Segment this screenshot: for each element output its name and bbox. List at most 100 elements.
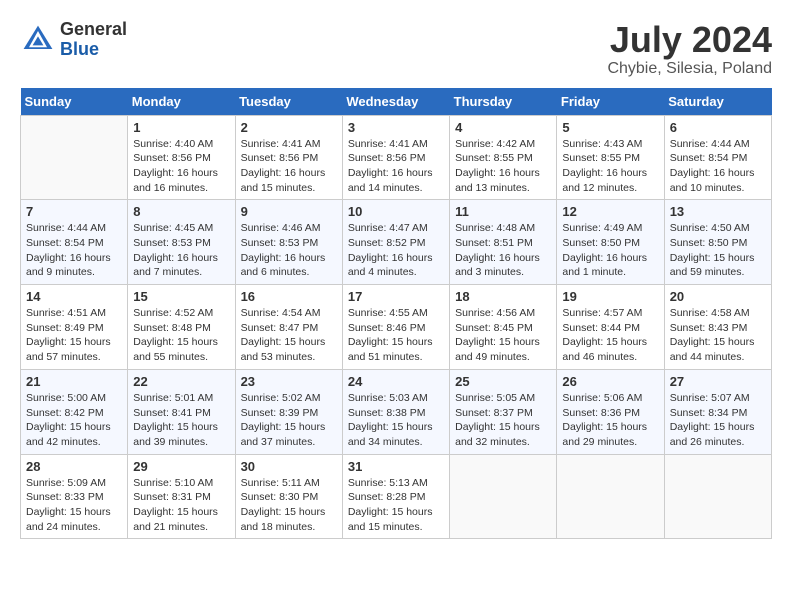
header-wednesday: Wednesday <box>342 88 449 116</box>
day-number: 20 <box>670 289 766 304</box>
day-number: 5 <box>562 120 658 135</box>
cell-details: Sunrise: 5:09 AM Sunset: 8:33 PM Dayligh… <box>26 477 111 533</box>
day-number: 29 <box>133 459 229 474</box>
calendar-cell: 1Sunrise: 4:40 AM Sunset: 8:56 PM Daylig… <box>128 115 235 200</box>
cell-details: Sunrise: 5:07 AM Sunset: 8:34 PM Dayligh… <box>670 392 755 448</box>
calendar-cell: 12Sunrise: 4:49 AM Sunset: 8:50 PM Dayli… <box>557 200 664 285</box>
cell-details: Sunrise: 5:06 AM Sunset: 8:36 PM Dayligh… <box>562 392 647 448</box>
day-number: 25 <box>455 374 551 389</box>
day-number: 14 <box>26 289 122 304</box>
calendar-cell: 11 Sunrise: 4:48 AM Sunset: 8:51 PM Dayli… <box>450 200 557 285</box>
cell-details: Sunrise: 4:55 AM Sunset: 8:46 PM Dayligh… <box>348 307 433 363</box>
calendar-cell: 23 Sunrise: 5:02 AM Sunset: 8:39 PM Dayli… <box>235 369 342 454</box>
logo-text: General Blue <box>60 20 127 60</box>
calendar-cell: 13 Sunrise: 4:50 AM Sunset: 8:50 PM Dayli… <box>664 200 771 285</box>
day-number: 1 <box>133 120 229 135</box>
day-number: 9 <box>241 204 337 219</box>
calendar-week-3: 14 Sunrise: 4:51 AM Sunset: 8:49 PM Dayli… <box>21 285 772 370</box>
cell-details: Sunrise: 4:44 AM Sunset: 8:54 PM Dayligh… <box>670 138 755 194</box>
day-number: 17 <box>348 289 444 304</box>
day-number: 2 <box>241 120 337 135</box>
cell-details: Sunrise: 4:41 AM Sunset: 8:56 PM Dayligh… <box>241 138 326 194</box>
day-number: 24 <box>348 374 444 389</box>
cell-details: Sunrise: 5:02 AM Sunset: 8:39 PM Dayligh… <box>241 392 326 448</box>
calendar-cell: 21 Sunrise: 5:00 AM Sunset: 8:42 PM Dayli… <box>21 369 128 454</box>
day-number: 6 <box>670 120 766 135</box>
day-number: 10 <box>348 204 444 219</box>
header-monday: Monday <box>128 88 235 116</box>
header-tuesday: Tuesday <box>235 88 342 116</box>
cell-details: Sunrise: 4:47 AM Sunset: 8:52 PM Dayligh… <box>348 222 433 278</box>
cell-details: Sunrise: 5:13 AM Sunset: 8:28 PM Dayligh… <box>348 477 433 533</box>
day-number: 23 <box>241 374 337 389</box>
calendar-cell: 24 Sunrise: 5:03 AM Sunset: 8:38 PM Dayli… <box>342 369 449 454</box>
header-saturday: Saturday <box>664 88 771 116</box>
calendar-cell: 2 Sunrise: 4:41 AM Sunset: 8:56 PM Daylig… <box>235 115 342 200</box>
calendar-cell: 19 Sunrise: 4:57 AM Sunset: 8:44 PM Dayli… <box>557 285 664 370</box>
calendar-cell: 22 Sunrise: 5:01 AM Sunset: 8:41 PM Dayli… <box>128 369 235 454</box>
day-number: 15 <box>133 289 229 304</box>
cell-details: Sunrise: 5:00 AM Sunset: 8:42 PM Dayligh… <box>26 392 111 448</box>
calendar-cell: 15 Sunrise: 4:52 AM Sunset: 8:48 PM Dayli… <box>128 285 235 370</box>
cell-details: Sunrise: 4:52 AM Sunset: 8:48 PM Dayligh… <box>133 307 218 363</box>
cell-details: Sunrise: 5:01 AM Sunset: 8:41 PM Dayligh… <box>133 392 218 448</box>
day-number: 11 <box>455 204 551 219</box>
cell-details: Sunrise: 4:50 AM Sunset: 8:50 PM Dayligh… <box>670 222 755 278</box>
calendar-cell: 3 Sunrise: 4:41 AM Sunset: 8:56 PM Daylig… <box>342 115 449 200</box>
day-number: 7 <box>26 204 122 219</box>
day-number: 19 <box>562 289 658 304</box>
calendar-cell: 27Sunrise: 5:07 AM Sunset: 8:34 PM Dayli… <box>664 369 771 454</box>
calendar-cell: 30 Sunrise: 5:11 AM Sunset: 8:30 PM Dayli… <box>235 454 342 539</box>
logo-general: General <box>60 19 127 39</box>
calendar-week-4: 21 Sunrise: 5:00 AM Sunset: 8:42 PM Dayli… <box>21 369 772 454</box>
cell-details: Sunrise: 4:43 AM Sunset: 8:55 PM Dayligh… <box>562 138 647 194</box>
header-thursday: Thursday <box>450 88 557 116</box>
day-number: 30 <box>241 459 337 474</box>
calendar-cell: 31 Sunrise: 5:13 AM Sunset: 8:28 PM Dayli… <box>342 454 449 539</box>
calendar-week-5: 28Sunrise: 5:09 AM Sunset: 8:33 PM Dayli… <box>21 454 772 539</box>
cell-details: Sunrise: 4:42 AM Sunset: 8:55 PM Dayligh… <box>455 138 540 194</box>
calendar-cell: 6 Sunrise: 4:44 AM Sunset: 8:54 PM Daylig… <box>664 115 771 200</box>
day-number: 31 <box>348 459 444 474</box>
cell-details: Sunrise: 5:03 AM Sunset: 8:38 PM Dayligh… <box>348 392 433 448</box>
cell-details: Sunrise: 5:10 AM Sunset: 8:31 PM Dayligh… <box>133 477 218 533</box>
cell-details: Sunrise: 4:56 AM Sunset: 8:45 PM Dayligh… <box>455 307 540 363</box>
page-header: General Blue July 2024 Chybie, Silesia, … <box>20 20 772 78</box>
calendar-cell: 9 Sunrise: 4:46 AM Sunset: 8:53 PM Daylig… <box>235 200 342 285</box>
day-number: 22 <box>133 374 229 389</box>
calendar-cell: 18Sunrise: 4:56 AM Sunset: 8:45 PM Dayli… <box>450 285 557 370</box>
calendar-table: SundayMondayTuesdayWednesdayThursdayFrid… <box>20 88 772 540</box>
cell-details: Sunrise: 4:48 AM Sunset: 8:51 PM Dayligh… <box>455 222 540 278</box>
cell-details: Sunrise: 5:11 AM Sunset: 8:30 PM Dayligh… <box>241 477 326 533</box>
calendar-header-row: SundayMondayTuesdayWednesdayThursdayFrid… <box>21 88 772 116</box>
cell-details: Sunrise: 4:57 AM Sunset: 8:44 PM Dayligh… <box>562 307 647 363</box>
day-number: 3 <box>348 120 444 135</box>
title-block: July 2024 Chybie, Silesia, Poland <box>607 20 772 78</box>
logo: General Blue <box>20 20 127 60</box>
calendar-cell <box>664 454 771 539</box>
calendar-cell: 29 Sunrise: 5:10 AM Sunset: 8:31 PM Dayli… <box>128 454 235 539</box>
calendar-cell: 28Sunrise: 5:09 AM Sunset: 8:33 PM Dayli… <box>21 454 128 539</box>
calendar-cell <box>557 454 664 539</box>
cell-details: Sunrise: 4:54 AM Sunset: 8:47 PM Dayligh… <box>241 307 326 363</box>
calendar-cell: 20 Sunrise: 4:58 AM Sunset: 8:43 PM Dayli… <box>664 285 771 370</box>
calendar-week-2: 7 Sunrise: 4:44 AM Sunset: 8:54 PM Daylig… <box>21 200 772 285</box>
calendar-cell: 4Sunrise: 4:42 AM Sunset: 8:55 PM Daylig… <box>450 115 557 200</box>
calendar-cell: 26Sunrise: 5:06 AM Sunset: 8:36 PM Dayli… <box>557 369 664 454</box>
logo-blue: Blue <box>60 39 99 59</box>
calendar-cell: 7 Sunrise: 4:44 AM Sunset: 8:54 PM Daylig… <box>21 200 128 285</box>
day-number: 8 <box>133 204 229 219</box>
cell-details: Sunrise: 4:51 AM Sunset: 8:49 PM Dayligh… <box>26 307 111 363</box>
calendar-week-1: 1Sunrise: 4:40 AM Sunset: 8:56 PM Daylig… <box>21 115 772 200</box>
cell-details: Sunrise: 5:05 AM Sunset: 8:37 PM Dayligh… <box>455 392 540 448</box>
cell-details: Sunrise: 4:44 AM Sunset: 8:54 PM Dayligh… <box>26 222 111 278</box>
day-number: 13 <box>670 204 766 219</box>
cell-details: Sunrise: 4:41 AM Sunset: 8:56 PM Dayligh… <box>348 138 433 194</box>
location: Chybie, Silesia, Poland <box>607 60 772 78</box>
day-number: 21 <box>26 374 122 389</box>
cell-details: Sunrise: 4:46 AM Sunset: 8:53 PM Dayligh… <box>241 222 326 278</box>
cell-details: Sunrise: 4:58 AM Sunset: 8:43 PM Dayligh… <box>670 307 755 363</box>
calendar-cell: 16Sunrise: 4:54 AM Sunset: 8:47 PM Dayli… <box>235 285 342 370</box>
header-sunday: Sunday <box>21 88 128 116</box>
calendar-cell <box>21 115 128 200</box>
